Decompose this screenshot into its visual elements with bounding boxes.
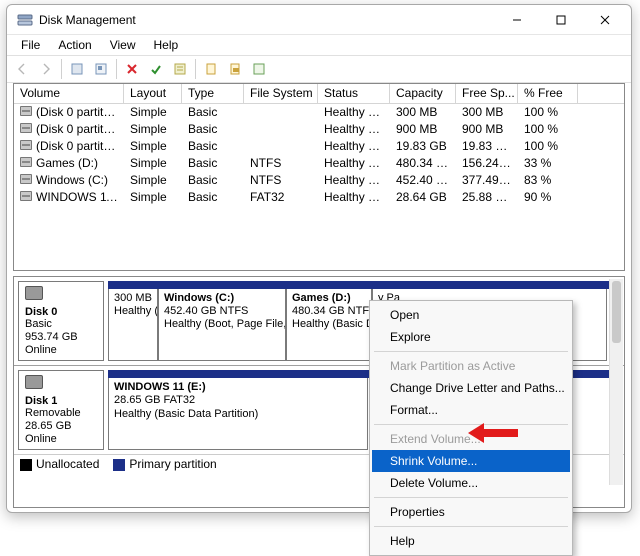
col-volume[interactable]: Volume [14,84,124,103]
menu-action[interactable]: Action [50,37,99,53]
partition-block[interactable]: Games (D:)480.34 GB NTFSHealthy (Basic D [286,289,372,361]
table-row[interactable]: (Disk 0 partition 1)SimpleBasicHealthy (… [14,104,624,121]
disk-0-label[interactable]: Disk 0 Basic 953.74 GB Online [18,281,104,361]
disk-title: Disk 0 [25,306,57,318]
volume-icon [20,140,32,150]
disk-icon [25,286,43,300]
doc3-icon[interactable] [248,58,270,80]
volume-icon [20,157,32,167]
col-type[interactable]: Type [182,84,244,103]
col-free[interactable]: Free Sp... [456,84,518,103]
annotation-arrow [468,423,518,443]
refresh-icon[interactable] [90,58,112,80]
nav-back-icon[interactable] [11,58,33,80]
disk-icon [25,375,43,389]
check-icon[interactable] [145,58,167,80]
close-button[interactable] [583,6,627,34]
menu-help[interactable]: Help [146,37,187,53]
disk-title: Disk 1 [25,395,57,407]
delete-icon[interactable] [121,58,143,80]
titlebar[interactable]: Disk Management [7,5,631,35]
ctx-open[interactable]: Open [372,304,570,326]
table-row[interactable]: (Disk 0 partition 5)SimpleBasicHealthy (… [14,121,624,138]
doc-icon[interactable] [200,58,222,80]
ctx-change-letter[interactable]: Change Drive Letter and Paths... [372,377,570,399]
partition-block[interactable]: Windows (C:)452.40 GB NTFSHealthy (Boot,… [158,289,286,361]
ctx-help[interactable]: Help [372,530,570,552]
volume-list[interactable]: Volume Layout Type File System Status Ca… [13,83,625,271]
col-layout[interactable]: Layout [124,84,182,103]
window-title: Disk Management [39,13,495,27]
partition-block[interactable]: WINDOWS 11 (E:)28.65 GB FAT32Healthy (Ba… [108,378,368,450]
table-row[interactable]: Windows (C:)SimpleBasicNTFSHealthy (B...… [14,172,624,189]
toolbar [7,55,631,83]
volume-icon [20,174,32,184]
menubar: File Action View Help [7,35,631,55]
ctx-mark-active: Mark Partition as Active [372,355,570,377]
menu-file[interactable]: File [13,37,48,53]
col-capacity[interactable]: Capacity [390,84,456,103]
partition-block[interactable]: 300 MBHealthy (EI [108,289,158,361]
minimize-button[interactable] [495,6,539,34]
col-status[interactable]: Status [318,84,390,103]
ctx-format[interactable]: Format... [372,399,570,421]
ctx-explore[interactable]: Explore [372,326,570,348]
table-row[interactable]: Games (D:)SimpleBasicNTFSHealthy (B...48… [14,155,624,172]
maximize-button[interactable] [539,6,583,34]
ctx-shrink[interactable]: Shrink Volume... [372,450,570,472]
volume-icon [20,123,32,133]
table-row[interactable]: (Disk 0 partition 6)SimpleBasicHealthy (… [14,138,624,155]
graph-scrollbar[interactable] [609,279,623,485]
props-icon[interactable] [169,58,191,80]
action-icon-1[interactable] [66,58,88,80]
doc2-icon[interactable] [224,58,246,80]
nav-fwd-icon[interactable] [35,58,57,80]
table-row[interactable]: WINDOWS 11 (E:)SimpleBasicFAT32Healthy (… [14,189,624,206]
ctx-delete[interactable]: Delete Volume... [372,472,570,494]
menu-view[interactable]: View [102,37,144,53]
swatch-primary [113,459,125,471]
app-icon [17,12,33,28]
col-pct[interactable]: % Free [518,84,578,103]
volume-icon [20,191,32,201]
swatch-unallocated [20,459,32,471]
column-headers[interactable]: Volume Layout Type File System Status Ca… [14,84,624,104]
disk-1-label[interactable]: Disk 1 Removable 28.65 GB Online [18,370,104,450]
volume-icon [20,106,32,116]
col-fs[interactable]: File System [244,84,318,103]
partition-strip [108,281,620,289]
ctx-properties[interactable]: Properties [372,501,570,523]
